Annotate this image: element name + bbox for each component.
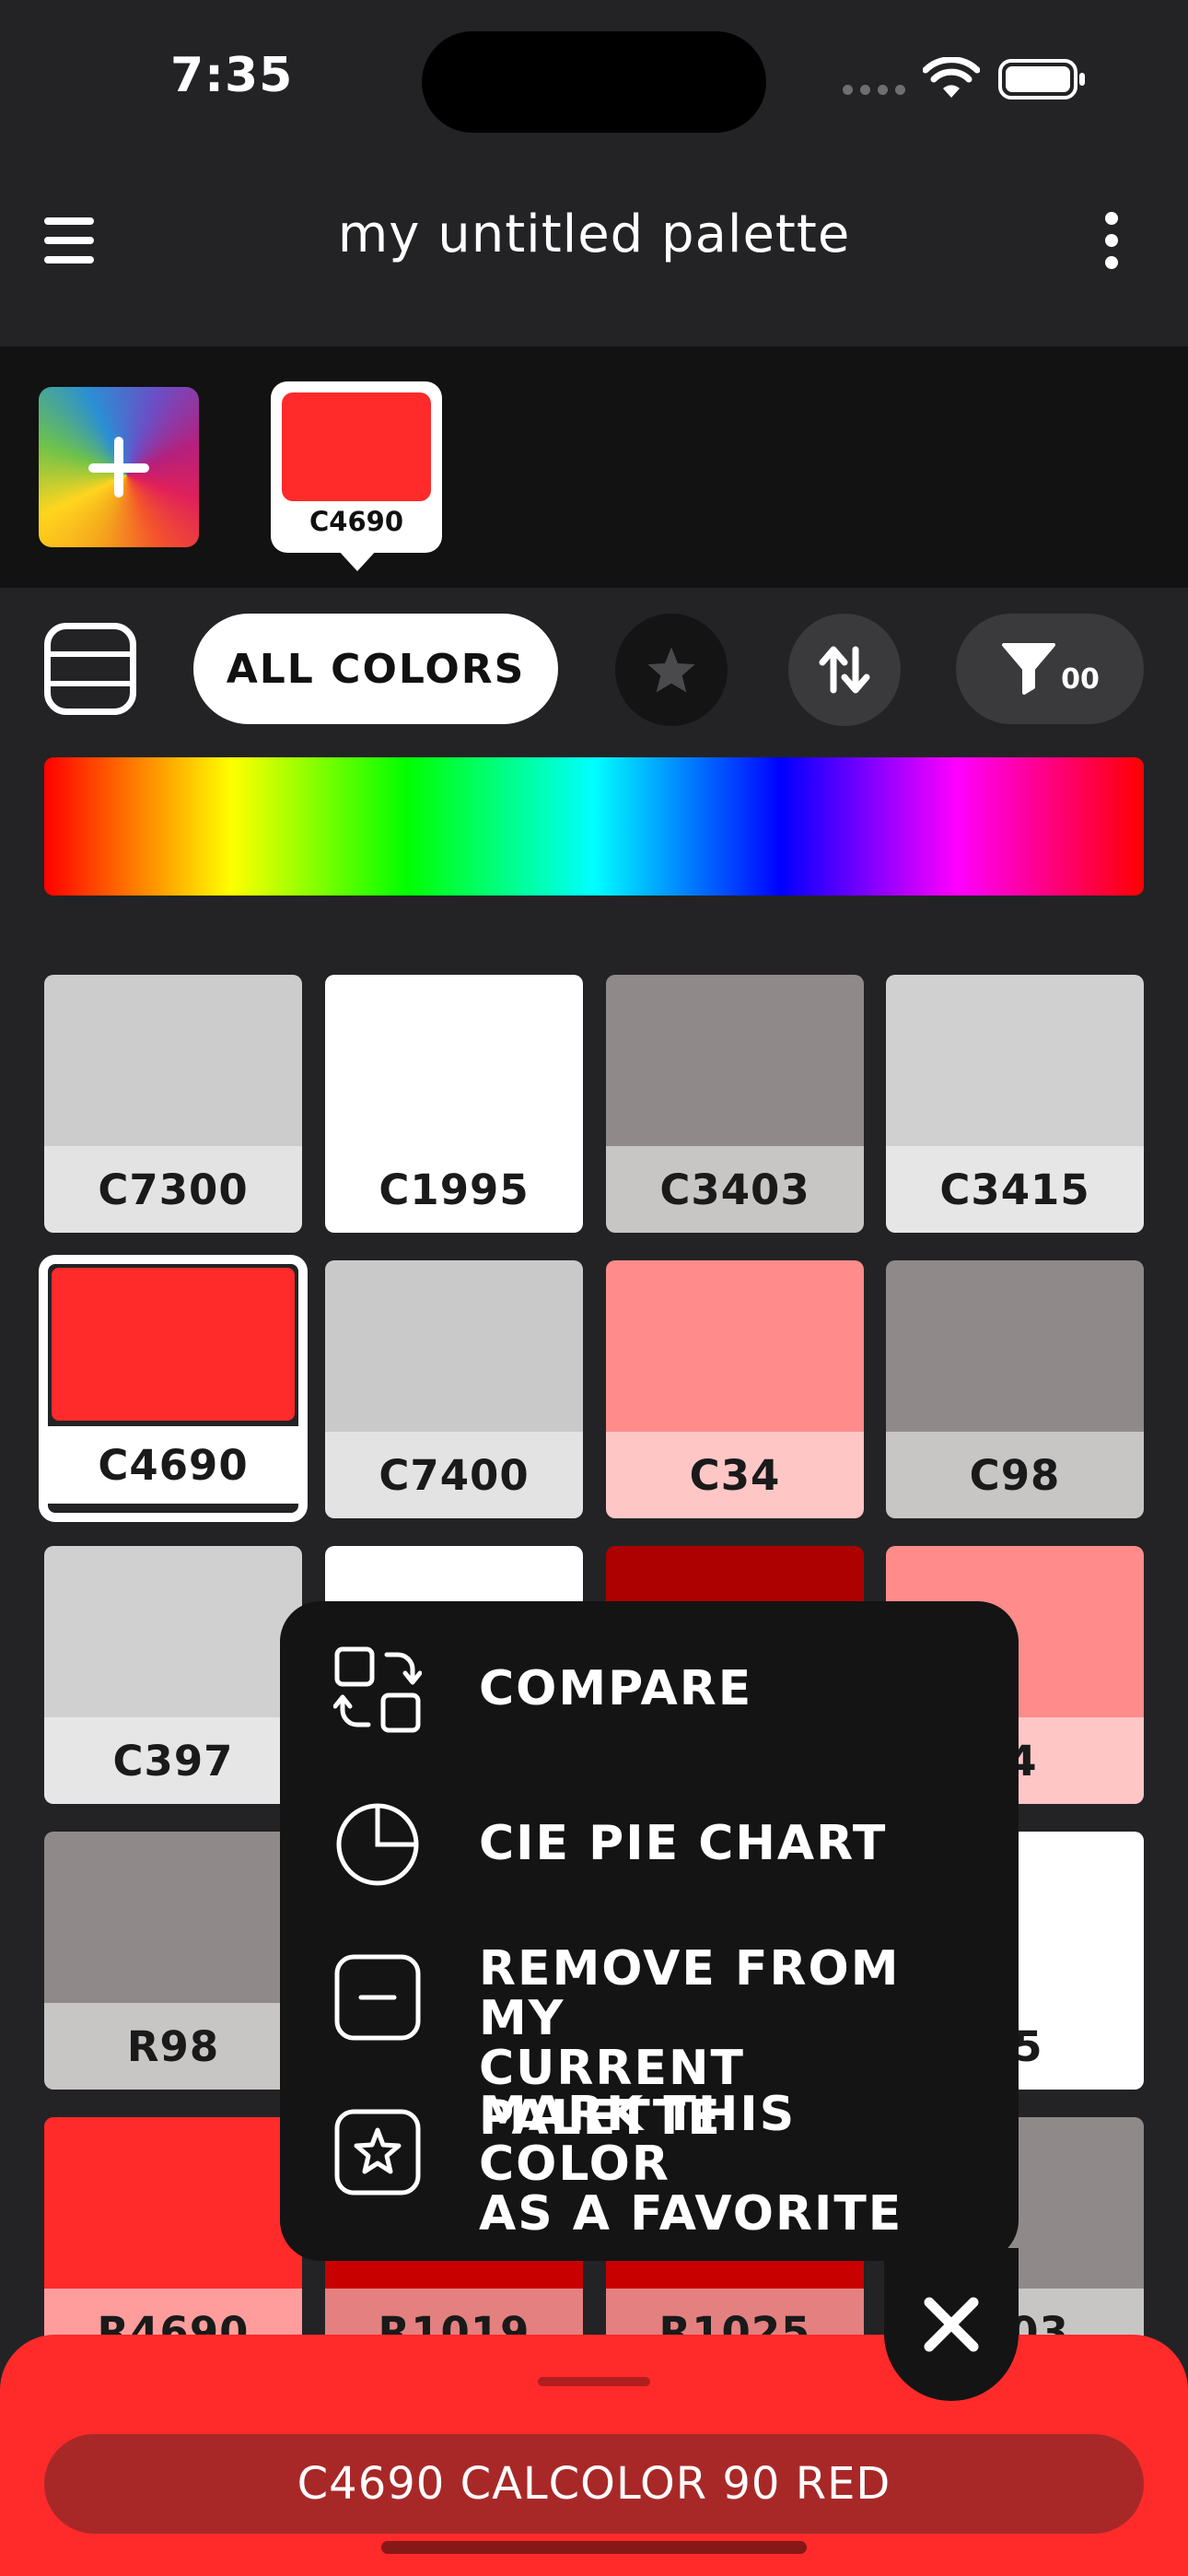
- list-view-toggle-icon[interactable]: [44, 623, 136, 715]
- close-menu-button[interactable]: [884, 2248, 1019, 2401]
- add-color-button[interactable]: [39, 387, 199, 547]
- menu-item-label-line1: REMOVE FROM MY: [479, 1941, 901, 2046]
- home-indicator: [381, 2541, 807, 2554]
- all-colors-button[interactable]: ALL COLORS: [193, 614, 558, 724]
- pie-chart-icon: [336, 1803, 419, 1886]
- filter-button[interactable]: 00: [956, 614, 1144, 724]
- menu-item-label: CIE PIE CHART: [479, 1816, 888, 1871]
- swatch-label: C397: [44, 1717, 302, 1804]
- menu-item-cie-pie-chart[interactable]: CIE PIE CHART: [280, 1773, 1019, 1911]
- menu-item-label: COMPARE: [479, 1661, 753, 1716]
- sort-button[interactable]: [788, 614, 901, 726]
- cellular-signal-icon: [843, 85, 905, 95]
- more-options-icon[interactable]: [1101, 212, 1122, 269]
- remove-icon: [334, 1954, 421, 2041]
- battery-icon: [998, 59, 1085, 100]
- menu-item-label-line1: MARK THIS COLOR: [479, 2087, 797, 2192]
- color-swatch[interactable]: C98: [886, 1260, 1144, 1518]
- swatch-label: C7300: [44, 1146, 302, 1233]
- page-title: my untitled palette: [337, 205, 851, 264]
- color-swatch[interactable]: R98: [44, 1832, 302, 2090]
- wifi-icon: [923, 57, 980, 98]
- favorite-icon: [334, 2109, 421, 2195]
- star-icon: [647, 647, 695, 693]
- sheet-grabber[interactable]: [538, 2377, 650, 2386]
- color-swatch-selected[interactable]: C4690: [39, 1255, 308, 1522]
- status-time: 7:35: [170, 48, 294, 103]
- color-context-menu: COMPARE CIE PIE CHART REMOVE FROM MY CUR…: [280, 1601, 1019, 2261]
- favorites-filter-button[interactable]: [615, 614, 728, 726]
- hue-spectrum-slider[interactable]: [44, 757, 1144, 896]
- swatch-label: C1995: [325, 1146, 583, 1233]
- menu-item-remove-from-palette[interactable]: REMOVE FROM MY CURRENT PALETTE: [280, 1926, 1019, 2143]
- compare-icon: [333, 1646, 422, 1733]
- swatch-label: C34: [606, 1432, 864, 1518]
- menu-item-mark-favorite[interactable]: MARK THIS COLOR AS A FAVORITE: [280, 2080, 1019, 2239]
- color-swatch[interactable]: C3403: [606, 975, 864, 1233]
- swatch-label: C3415: [886, 1146, 1144, 1233]
- dynamic-island: [422, 31, 766, 133]
- selected-color-name[interactable]: C4690 CALCOLOR 90 RED: [44, 2434, 1144, 2534]
- menu-item-compare[interactable]: COMPARE: [280, 1618, 1019, 1756]
- sort-arrows-icon: [819, 646, 870, 694]
- close-icon: [924, 2297, 979, 2352]
- color-swatch[interactable]: C1995: [325, 975, 583, 1233]
- chip-pointer: [337, 549, 378, 571]
- filter-funnel-icon: [1002, 643, 1056, 695]
- palette-chip-selected[interactable]: C4690: [271, 381, 442, 553]
- filter-count: 00: [1061, 662, 1100, 696]
- swatch-label: C4690: [48, 1426, 298, 1504]
- chip-label: C4690: [309, 506, 403, 537]
- menu-item-label-line2: AS A FAVORITE: [479, 2186, 903, 2242]
- swatch-label: R98: [44, 2003, 302, 2090]
- chip-swatch: [282, 392, 431, 501]
- swatch-label: C3403: [606, 1146, 864, 1233]
- color-swatch[interactable]: C397: [44, 1546, 302, 1804]
- color-swatch[interactable]: C7300: [44, 975, 302, 1233]
- color-swatch[interactable]: C7400: [325, 1260, 583, 1518]
- swatch-label: C98: [886, 1432, 1144, 1518]
- color-swatch[interactable]: C3415: [886, 975, 1144, 1233]
- swatch-label: C7400: [325, 1432, 583, 1518]
- color-swatch[interactable]: C34: [606, 1260, 864, 1518]
